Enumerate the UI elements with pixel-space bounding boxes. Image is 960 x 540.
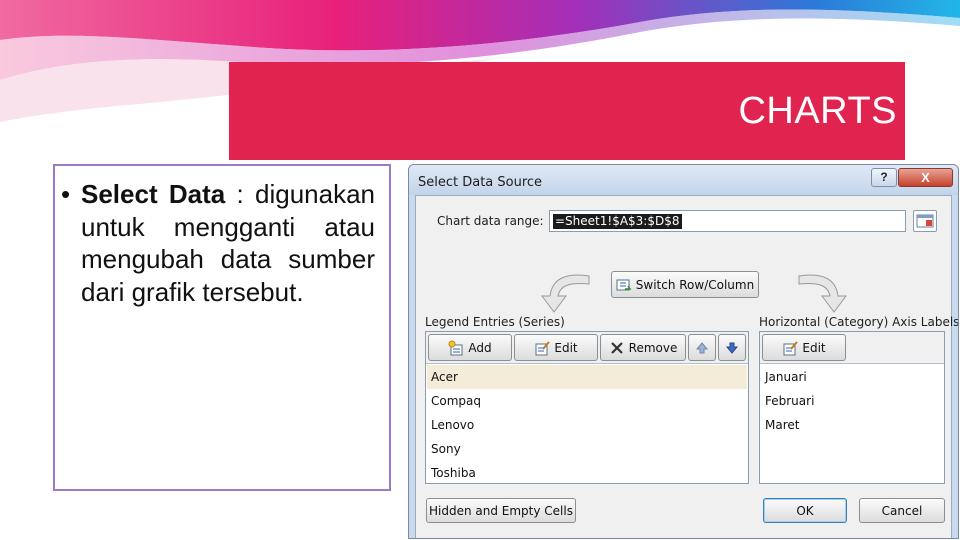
add-icon <box>448 340 463 355</box>
hidden-empty-cells-label: Hidden and Empty Cells <box>429 503 573 518</box>
move-up-icon <box>695 341 709 353</box>
bullet-keyword: Select Data <box>81 179 226 209</box>
legend-entry[interactable]: Lenovo <box>427 413 747 437</box>
legend-entries-label: Legend Entries (Series) <box>425 315 565 329</box>
chart-data-range-label: Chart data range: <box>437 214 544 228</box>
right-curved-arrow-icon <box>798 274 847 313</box>
add-series-button[interactable]: Add <box>428 334 512 361</box>
cancel-label: Cancel <box>881 503 923 518</box>
add-series-label: Add <box>468 340 492 355</box>
ok-button[interactable]: OK <box>763 498 847 523</box>
axis-label-entry[interactable]: Januari <box>761 365 943 389</box>
chart-data-range-value: =Sheet1!$A$3:$D$8 <box>553 214 682 229</box>
title-banner: CHARTS <box>229 62 905 160</box>
switch-row-column-button[interactable]: Switch Row/Column <box>611 271 759 298</box>
bullet-text-box: • Select Data : digunakan untuk menggant… <box>53 164 391 491</box>
dialog-title: Select Data Source <box>418 175 543 190</box>
edit-icon <box>535 340 551 355</box>
bullet-paragraph: • Select Data : digunakan untuk menggant… <box>61 178 375 308</box>
axis-label-entry[interactable]: Maret <box>761 413 943 437</box>
axis-labels-label: Horizontal (Category) Axis Labels <box>759 315 959 329</box>
dialog-body: Chart data range: =Sheet1!$A$3:$D$8 Swit <box>415 195 958 538</box>
switch-row-column-label: Switch Row/Column <box>635 277 755 292</box>
edit-icon <box>783 340 799 355</box>
axis-label-entry[interactable]: Februari <box>761 389 943 413</box>
move-up-button[interactable] <box>688 334 716 361</box>
legend-entry[interactable]: Acer <box>427 365 747 389</box>
edit-series-label: Edit <box>554 340 578 355</box>
edit-axis-labels-button[interactable]: Edit <box>762 334 846 361</box>
edit-series-button[interactable]: Edit <box>514 334 598 361</box>
dialog-titlebar[interactable]: Select Data Source ? X <box>409 165 958 195</box>
axis-labels-group: Edit Januari Februari Maret <box>759 331 945 484</box>
collapse-dialog-button[interactable] <box>913 210 937 232</box>
edit-axis-labels-label: Edit <box>802 340 826 355</box>
legend-entry[interactable]: Toshiba <box>427 461 747 485</box>
move-down-button[interactable] <box>718 334 746 361</box>
help-button[interactable]: ? <box>871 168 897 187</box>
legend-entries-group: Add Edit Remove Acer Compaq Lenovo Sony … <box>425 331 749 484</box>
remove-icon <box>610 341 623 354</box>
switch-row-column-icon <box>616 279 632 290</box>
chart-data-range-input[interactable]: =Sheet1!$A$3:$D$8 <box>549 210 906 232</box>
collapse-dialog-icon <box>916 214 934 228</box>
legend-entry[interactable]: Sony <box>427 437 747 461</box>
ok-label: OK <box>796 503 814 518</box>
legend-entry[interactable]: Compaq <box>427 389 747 413</box>
hidden-empty-cells-button[interactable]: Hidden and Empty Cells <box>426 498 576 523</box>
left-curved-arrow-icon <box>541 274 590 313</box>
close-button[interactable]: X <box>898 168 953 187</box>
slide-title: CHARTS <box>738 90 897 132</box>
cancel-button[interactable]: Cancel <box>859 498 945 523</box>
bullet-dot: • <box>61 179 71 209</box>
select-data-source-dialog: Select Data Source ? X Chart data range:… <box>408 164 959 539</box>
remove-series-button[interactable]: Remove <box>600 334 686 361</box>
remove-series-label: Remove <box>628 340 678 355</box>
move-down-icon <box>725 342 739 354</box>
